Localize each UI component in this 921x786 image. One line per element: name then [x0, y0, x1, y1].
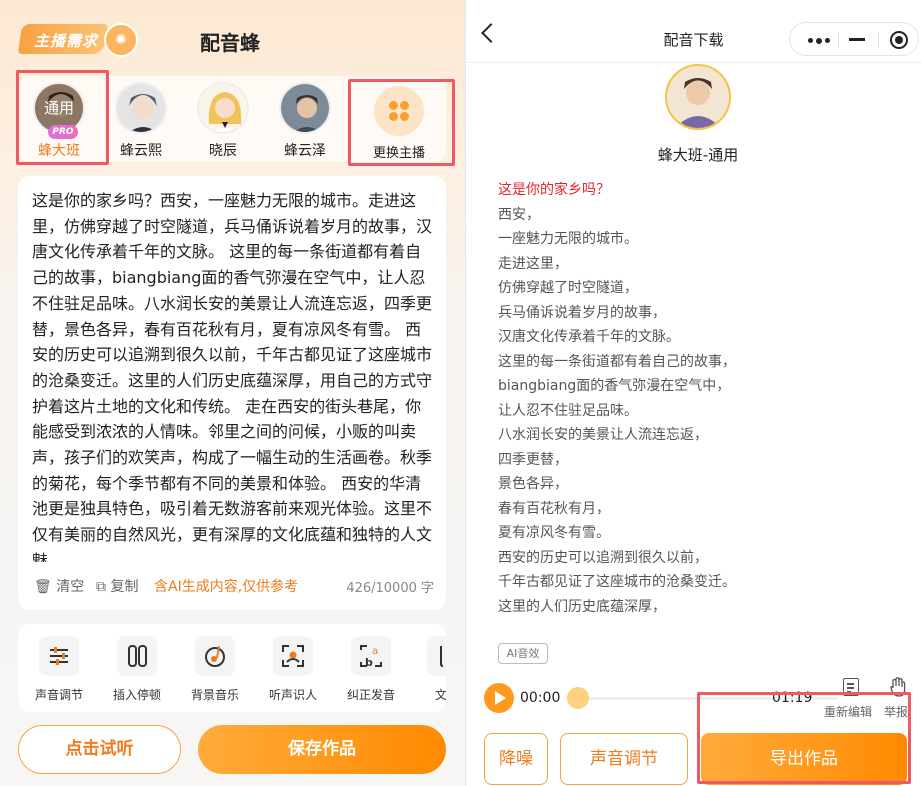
- swap-anchor-label: 更换主播: [372, 146, 425, 161]
- anchor-name: 蜂大班: [38, 143, 80, 159]
- ai-effect-tag: AI音效: [498, 643, 548, 664]
- bee-icon: ✺: [104, 23, 138, 57]
- reedit-label[interactable]: 重新编辑: [824, 703, 872, 720]
- subtitle-line: 景色各异，: [498, 476, 568, 492]
- tool-label: 声音调节: [34, 688, 83, 702]
- tool-voice-adjust[interactable]: 声音调节: [28, 636, 90, 703]
- close-icon[interactable]: [890, 31, 908, 49]
- anchor-name: 蜂云熙: [120, 143, 162, 159]
- more-icon[interactable]: [808, 37, 830, 44]
- copy-button[interactable]: ⧉ 复制: [96, 576, 138, 596]
- subtitle-line: 夏有凉风冬有雪。: [498, 525, 610, 541]
- avatar: [279, 82, 331, 134]
- pro-badge: PRO: [48, 125, 78, 139]
- editor-panel: 主播需求 ✺ 配音蜂 通用 PRO 蜂大班 蜂云熙 晓辰 蜂云泽 更换主播 这是…: [0, 0, 466, 786]
- grid-icon: [374, 86, 424, 136]
- download-panel: 配音下载 蜂大班-通用 这是你的家乡吗？ 西安， 一座魅力无限的城市。 走进这里， 仿佛…: [466, 0, 921, 786]
- subtitle-line: 这里的人们历史底蕴深厚，: [498, 598, 666, 615]
- progress-knob[interactable]: [567, 687, 589, 709]
- pronunciation-icon: ab: [351, 636, 391, 676]
- save-work-button[interactable]: 保存作品: [198, 725, 446, 774]
- play-button[interactable]: [484, 683, 514, 713]
- anchor-card[interactable]: 晓辰: [182, 80, 264, 160]
- tool-label: 听声识人: [268, 688, 317, 702]
- voice-adjust-button[interactable]: 声音调节: [560, 733, 688, 785]
- subtitle-line: 西安的历史可以追溯到很久以前，: [498, 549, 708, 566]
- avatar: [115, 82, 167, 134]
- subtitle-line: 千年古都见证了这座城市的沧桑变迁。: [498, 574, 736, 590]
- tool-label: 纠正发音: [346, 688, 395, 702]
- svg-text:b: b: [365, 656, 373, 669]
- copy-icon: ⧉: [96, 579, 106, 595]
- divider: [466, 62, 921, 63]
- anchor-selector: 通用 PRO 蜂大班 蜂云熙 晓辰 蜂云泽 更换主播: [18, 76, 446, 162]
- hand-report-icon[interactable]: [890, 677, 906, 697]
- clear-label: 清空: [56, 579, 85, 595]
- tool-background-music[interactable]: 背景音乐: [184, 636, 246, 703]
- report-label[interactable]: 举报: [884, 703, 908, 720]
- denoise-button[interactable]: 降噪: [484, 733, 548, 785]
- anchor-request-logo[interactable]: 主播需求 ✺: [17, 18, 138, 60]
- app-root: 主播需求 ✺ 配音蜂 通用 PRO 蜂大班 蜂云熙 晓辰 蜂云泽 更换主播 这是…: [0, 0, 921, 786]
- time-total: 01:19: [772, 690, 813, 706]
- voice-avatar: [665, 64, 731, 130]
- subtitle-line: 一座魅力无限的城市。: [498, 231, 638, 247]
- tool-label: 背景音乐: [190, 688, 239, 702]
- anchor-card[interactable]: 蜂云熙: [100, 80, 182, 160]
- subtitle-line: 让人忍不住驻足品味。: [498, 402, 638, 419]
- subtitle-lines: 这是你的家乡吗？ 西安， 一座魅力无限的城市。 走进这里， 仿佛穿越了时空隧道， 兵马俑诉…: [498, 178, 908, 633]
- document-icon: [427, 636, 446, 676]
- export-work-button[interactable]: 导出作品: [701, 733, 907, 785]
- subtitle-line: 西安，: [498, 206, 540, 223]
- tool-voice-recognition[interactable]: 听声识人: [262, 636, 324, 703]
- tool-insert-pause[interactable]: 插入停顿: [106, 636, 168, 703]
- edit-document-icon[interactable]: [843, 678, 859, 696]
- anchor-card[interactable]: 蜂云泽: [264, 80, 346, 160]
- anchor-name: 蜂云泽: [284, 143, 326, 159]
- time-current: 00:00: [520, 690, 561, 706]
- subtitle-line: 汉唐文化传承着千年的文脉。: [498, 329, 680, 345]
- editor-toolbar: 🗑 清空 ⧉ 复制 含AI生成内容,仅供参考 426/10000 字: [32, 576, 434, 598]
- minimize-icon[interactable]: [849, 38, 865, 41]
- subtitle-line: 仿佛穿越了时空隧道，: [498, 280, 638, 296]
- tool-label: 插入停顿: [112, 688, 161, 702]
- script-editor[interactable]: 这是你的家乡吗？西安，一座魅力无限的城市。走进这里，仿佛穿越了时空隧道，兵马俑诉…: [18, 176, 446, 610]
- subtitle-line: 这里的每一条街道都有着自己的故事，: [498, 353, 736, 370]
- subtitle-line: 走进这里，: [498, 255, 568, 272]
- clear-button[interactable]: 🗑 清空: [34, 576, 84, 596]
- trash-icon: 🗑: [34, 579, 52, 595]
- logo-text: 主播需求: [34, 32, 99, 50]
- subtitle-line: 春有百花秋有月，: [498, 500, 610, 517]
- subtitle-line: 四季更替，: [498, 451, 568, 468]
- miniprogram-capsule: [789, 22, 919, 56]
- tool-correct-pronunciation[interactable]: ab 纠正发音: [340, 636, 402, 703]
- swap-anchor-button[interactable]: 更换主播: [356, 80, 442, 161]
- script-text[interactable]: 这是你的家乡吗？西安，一座魅力无限的城市。走进这里，仿佛穿越了时空隧道，兵马俑诉…: [32, 188, 434, 562]
- sliders-icon: [39, 636, 79, 676]
- avatar: [197, 82, 249, 134]
- copy-label: 复制: [110, 579, 139, 595]
- tool-copywriting[interactable]: 文案: [416, 636, 446, 703]
- scan-voice-icon: [273, 636, 313, 676]
- subtitle-line: biangbiang面的香气弥漫在空气中，: [498, 378, 731, 394]
- voice-name: 蜂大班-通用: [657, 146, 739, 164]
- subtitle-line: 八水润长安的美景让人流连忘返，: [498, 427, 708, 443]
- tool-label: 文案: [434, 688, 446, 702]
- anchor-card[interactable]: 通用 PRO 蜂大班: [18, 80, 100, 160]
- subtitle-line: 兵马俑诉说着岁月的故事，: [498, 304, 666, 321]
- tool-bar: 声音调节 插入停顿 背景音乐 听声识人 a b 纠正发音 文: [18, 624, 446, 712]
- pause-icon: [117, 636, 157, 676]
- ai-notice: 含AI生成内容,仅供参考: [154, 579, 299, 595]
- anchor-name: 晓辰: [209, 143, 237, 159]
- app-title: 配音蜂: [200, 31, 260, 55]
- subtitle-line: 这是你的家乡吗？: [498, 182, 610, 198]
- svg-text:a: a: [372, 646, 378, 657]
- music-icon: [195, 636, 235, 676]
- char-count: 426/10000 字: [346, 581, 434, 596]
- try-listen-button[interactable]: 点击试听: [18, 725, 181, 774]
